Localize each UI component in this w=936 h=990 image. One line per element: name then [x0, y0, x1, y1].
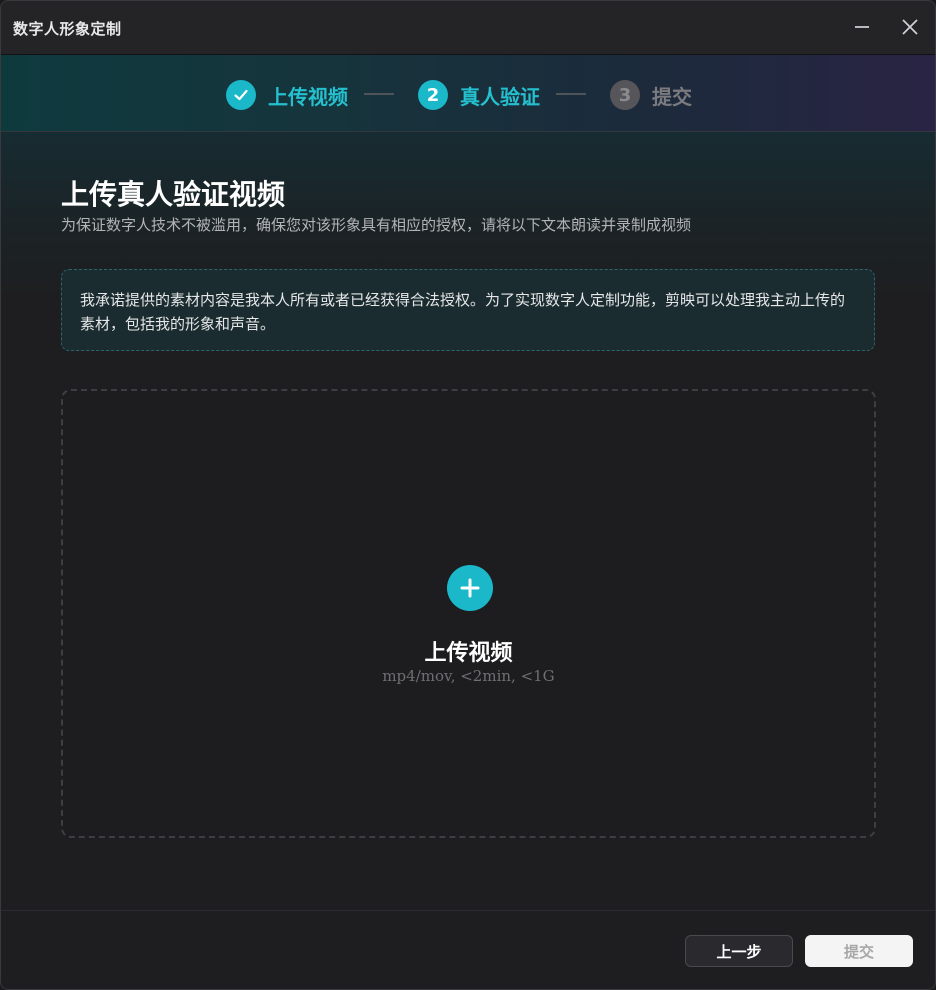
close-button[interactable]	[898, 15, 922, 39]
step-1-label: 上传视频	[268, 84, 348, 109]
upload-button[interactable]	[447, 565, 493, 611]
step-submit: 3 提交	[610, 79, 692, 111]
step-2-circle: 2	[418, 80, 448, 110]
step-upload-video: 上传视频	[226, 79, 348, 111]
step-connector-2	[556, 93, 586, 95]
step-3-circle: 3	[610, 80, 640, 110]
dialog-window: 数字人形象定制 上传视频 2 真人验证 3 提交 上传真人验证视频 为保证数字人…	[0, 0, 936, 990]
step-3-label: 提交	[652, 84, 692, 109]
submit-button[interactable]: 提交	[805, 935, 913, 967]
close-icon	[902, 19, 918, 35]
step-2-label: 真人验证	[460, 84, 540, 109]
upload-label: 上传视频	[424, 641, 513, 666]
window-title: 数字人形象定制	[13, 20, 122, 38]
step-1-circle	[226, 80, 256, 110]
check-icon	[234, 89, 248, 101]
statement-text: 我承诺提供的素材内容是我本人所有或者已经获得合法授权。为了实现数字人定制功能，剪…	[80, 291, 846, 333]
page-subtitle: 为保证数字人技术不被滥用，确保您对该形象具有相应的授权，请将以下文本朗读并录制成…	[61, 216, 692, 234]
footer-bar: 上一步 提交	[1, 910, 935, 989]
minimize-button[interactable]	[850, 15, 874, 39]
upload-format-hint: mp4/mov, <2min, <1G	[382, 667, 555, 685]
page-title: 上传真人验证视频	[61, 178, 286, 211]
statement-box: 我承诺提供的素材内容是我本人所有或者已经获得合法授权。为了实现数字人定制功能，剪…	[61, 269, 875, 351]
step-connector-1	[364, 93, 394, 95]
previous-step-button[interactable]: 上一步	[685, 935, 793, 967]
upload-dropzone[interactable]: 上传视频 mp4/mov, <2min, <1G	[61, 389, 876, 838]
minimize-icon	[855, 26, 869, 28]
title-bar: 数字人形象定制	[1, 1, 935, 55]
plus-icon	[460, 578, 480, 598]
step-real-person-verify: 2 真人验证	[418, 79, 540, 111]
